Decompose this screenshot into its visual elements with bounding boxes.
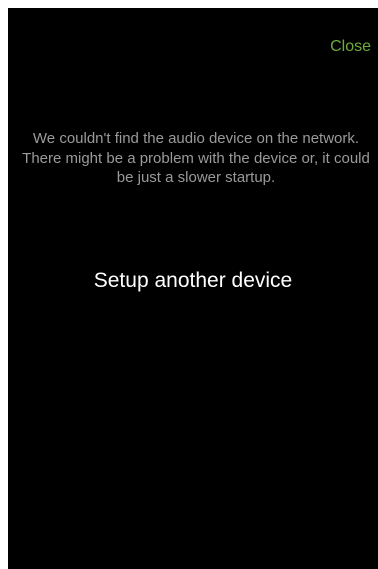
- error-message: We couldn't find the audio device on the…: [22, 130, 370, 186]
- close-button[interactable]: Close: [330, 38, 371, 56]
- setup-another-device-button[interactable]: Setup another device: [8, 269, 378, 293]
- device-not-found-screen: Close We couldn't find the audio device …: [8, 8, 378, 569]
